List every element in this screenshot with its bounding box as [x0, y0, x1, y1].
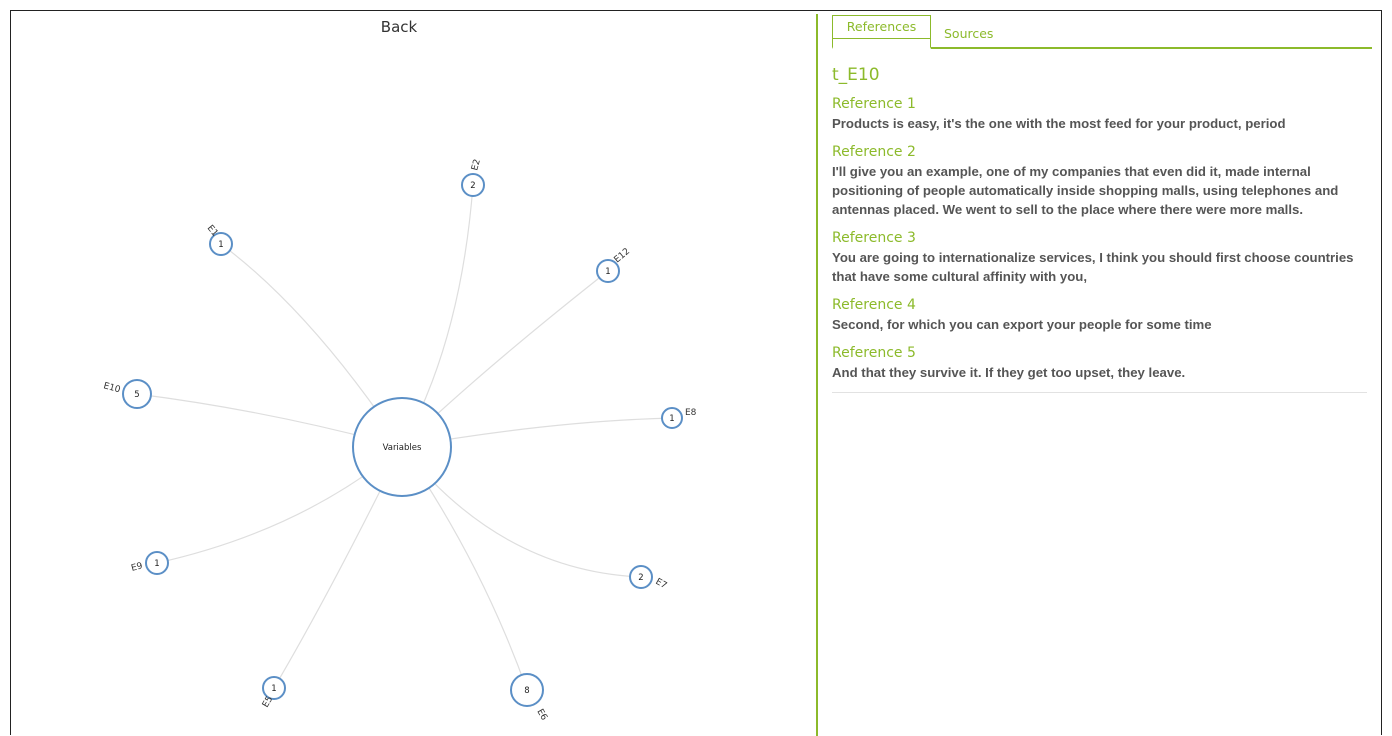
node-e6[interactable]: 8 E6: [510, 673, 549, 723]
reference-item: Reference 5 And that they survive it. If…: [832, 344, 1372, 382]
node-e7[interactable]: 2 E7: [629, 565, 669, 591]
reference-list: Reference 1 Products is easy, it's the o…: [832, 95, 1372, 393]
tab-sources[interactable]: Sources: [944, 26, 993, 41]
node-label: E7: [654, 577, 669, 591]
node-e10[interactable]: 5 E10: [102, 379, 152, 409]
reference-text: Products is easy, it's the one with the …: [832, 116, 1286, 131]
reference-item: Reference 3 You are going to internation…: [832, 229, 1372, 286]
reference-item: Reference 1 Products is easy, it's the o…: [832, 95, 1372, 133]
node-count: 1: [271, 684, 276, 694]
center-node-label: Variables: [383, 443, 422, 453]
radial-diagram: Variables2E21E121E82 E78E61E51E95E101E1: [102, 158, 697, 723]
node-e2[interactable]: 2 E2: [461, 158, 485, 197]
node-label: E12: [613, 247, 633, 266]
node-count: 1: [218, 240, 223, 250]
node-count: 1: [154, 559, 159, 569]
diagram-pane: Variables 2 E2 1 E12 1 E8 2 E7 8 E6 1 E5 1 E9 5 E10 1 E1 B…: [11, 11, 817, 736]
node-label: E6: [534, 708, 549, 723]
reference-title: Reference 2: [832, 144, 916, 160]
node-count: 2: [470, 181, 475, 191]
tab-references[interactable]: References: [832, 15, 931, 49]
app-frame: Variables 2 E2 1 E12 1 E8 2 E7 8 E6 1 E5 1 E9 5 E10 1 E1 B…: [10, 10, 1382, 736]
node-count: 5: [134, 390, 139, 400]
reference-text: Second, for which you can export your pe…: [832, 317, 1212, 332]
selected-item-title: t_E10: [832, 65, 880, 85]
node-count: 1: [605, 267, 610, 277]
node-count: 8: [524, 686, 529, 696]
reference-text: You are going to internationalize servic…: [832, 250, 1354, 284]
reference-list-divider: [832, 392, 1367, 393]
node-e5[interactable]: 1E5: [261, 676, 286, 710]
back-link[interactable]: Back: [11, 18, 787, 36]
node-label: E9: [130, 561, 144, 574]
reference-text: And that they survive it. If they get to…: [832, 365, 1186, 380]
tab-bar: References Sources: [832, 11, 1372, 49]
node-count: 2: [638, 573, 643, 583]
node-label: E2: [470, 158, 483, 172]
node-label: E8: [685, 408, 697, 418]
node-label: E10: [102, 381, 121, 395]
pane-divider[interactable]: [816, 14, 818, 736]
reference-title: Reference 3: [832, 230, 916, 246]
reference-text: I'll give you an example, one of my comp…: [832, 164, 1339, 217]
reference-item: Reference 2 I'll give you an example, on…: [832, 143, 1372, 219]
reference-title: Reference 1: [832, 96, 916, 112]
node-e12[interactable]: 1E12: [596, 247, 633, 283]
reference-title: Reference 4: [832, 297, 916, 313]
reference-title: Reference 5: [832, 345, 916, 361]
node-count: 1: [669, 414, 674, 424]
reference-item: Reference 4 Second, for which you can ex…: [832, 296, 1372, 334]
node-e9[interactable]: 1 E9: [130, 551, 169, 575]
node-e8[interactable]: 1 E8: [661, 407, 697, 429]
detail-pane: References Sources t_E10 Reference 1 Pro…: [832, 11, 1372, 736]
node-e1[interactable]: 1E1: [205, 224, 233, 256]
